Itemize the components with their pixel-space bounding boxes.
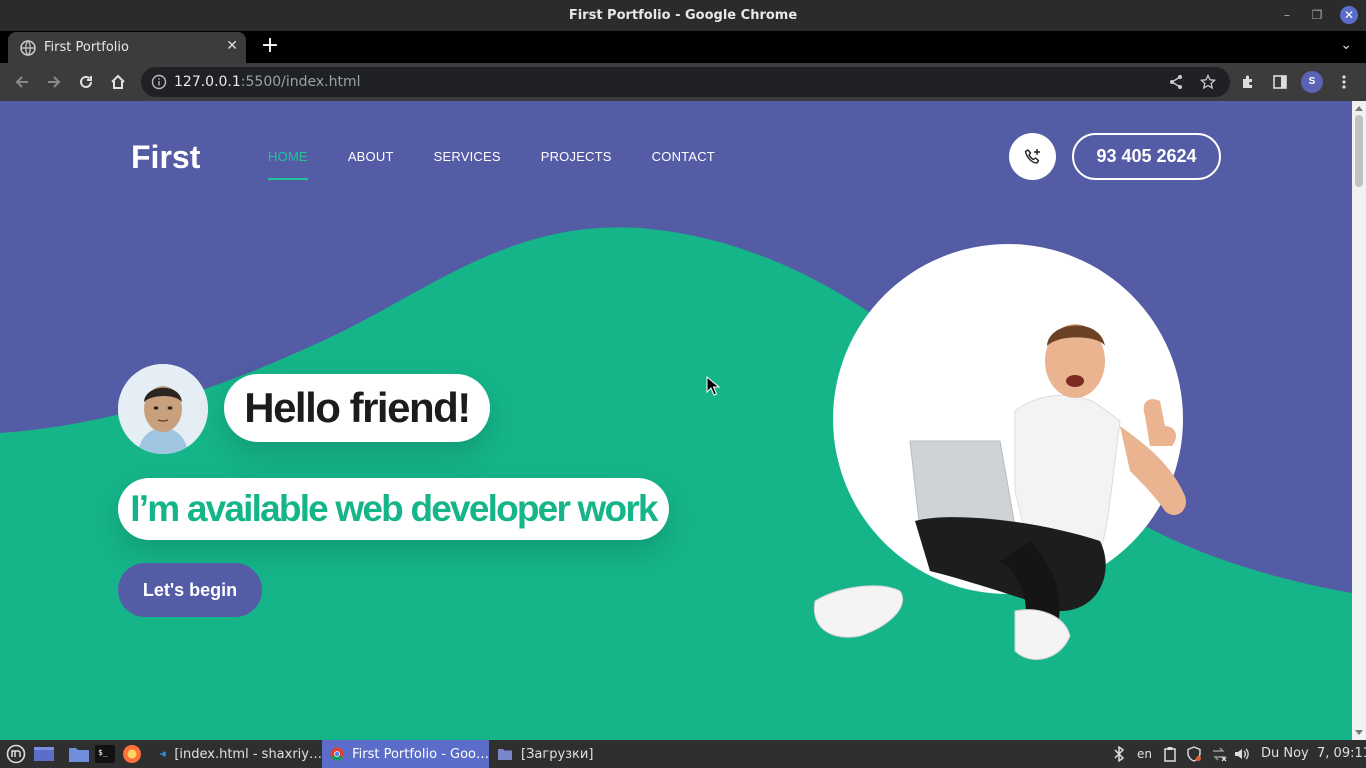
greeting-bubble: Hello friend! <box>224 374 490 442</box>
tab-strip: First Portfolio ✕ + ⌄ <box>0 31 1366 63</box>
profile-photo-image <box>118 364 208 454</box>
nav-about[interactable]: ABOUT <box>348 149 394 174</box>
phone-add-icon <box>1024 148 1040 164</box>
os-taskbar: $_ [index.html - shaxriy… First Portfoli… <box>0 740 1366 768</box>
scroll-down-icon[interactable] <box>1355 730 1363 735</box>
scrollbar-thumb[interactable] <box>1355 115 1363 187</box>
folder-icon <box>498 749 512 760</box>
window-title: First Portfolio - Google Chrome <box>568 8 798 23</box>
phone-number-button[interactable]: 93 405 2624 <box>1072 133 1221 180</box>
chrome-icon <box>330 747 344 761</box>
url-text: 127.0.0.1:5500/index.html <box>174 74 361 90</box>
browser-toolbar: 127.0.0.1:5500/index.html S <box>0 63 1366 101</box>
tab-close-icon[interactable]: ✕ <box>226 38 238 54</box>
window-titlebar: First Portfolio - Google Chrome – ❐ ✕ <box>0 0 1366 31</box>
tab-label: First Portfolio <box>44 40 129 55</box>
restore-icon[interactable]: ❐ <box>1308 6 1326 24</box>
forward-icon[interactable] <box>43 71 65 93</box>
taskbar-window-label: First Portfolio - Goo… <box>352 746 489 762</box>
taskbar-window-vscode[interactable]: [index.html - shaxriy… <box>152 740 322 768</box>
phone-call-button[interactable] <box>1009 133 1056 180</box>
main-nav: HOME ABOUT SERVICES PROJECTS CONTACT <box>268 149 755 180</box>
terminal-icon[interactable]: $_ <box>95 740 115 768</box>
site-logo[interactable]: First <box>131 139 200 176</box>
vscode-icon <box>160 751 166 757</box>
tab-first-portfolio[interactable]: First Portfolio ✕ <box>8 32 246 63</box>
nav-home[interactable]: HOME <box>268 149 308 180</box>
show-desktop-icon[interactable] <box>33 740 55 768</box>
taskbar-window-downloads[interactable]: [Загрузки] <box>489 740 599 768</box>
close-window-icon[interactable]: ✕ <box>1340 6 1358 24</box>
taskbar-window-label: [Загрузки] <box>521 746 594 762</box>
lets-begin-button[interactable]: Let's begin <box>118 563 262 617</box>
mint-menu-icon[interactable] <box>6 740 26 768</box>
bookmark-star-icon[interactable] <box>1197 71 1219 93</box>
bluetooth-icon[interactable] <box>1112 746 1126 762</box>
taskbar-window-chrome[interactable]: First Portfolio - Goo… <box>322 740 489 768</box>
address-bar[interactable]: 127.0.0.1:5500/index.html <box>141 67 1230 97</box>
reload-icon[interactable] <box>75 71 97 93</box>
share-icon[interactable] <box>1165 71 1187 93</box>
nav-services[interactable]: SERVICES <box>434 149 501 174</box>
shield-update-icon[interactable] <box>1186 746 1202 762</box>
side-panel-icon[interactable] <box>1269 71 1291 93</box>
keyboard-layout[interactable]: en <box>1137 747 1152 761</box>
files-folder-icon[interactable] <box>68 740 90 768</box>
back-icon[interactable] <box>11 71 33 93</box>
profile-avatar[interactable]: S <box>1301 71 1323 93</box>
nav-projects[interactable]: PROJECTS <box>541 149 612 174</box>
page-scrollbar[interactable] <box>1352 101 1366 740</box>
scroll-up-icon[interactable] <box>1355 106 1363 111</box>
site-info-icon[interactable] <box>151 74 167 90</box>
tab-search-chevron-icon[interactable]: ⌄ <box>1340 37 1352 53</box>
url-path: :5500/index.html <box>240 74 361 90</box>
profile-photo <box>118 364 208 454</box>
tagline-bubble: I’m available web developer work <box>118 478 669 540</box>
hero-person-image <box>813 244 1186 660</box>
firefox-icon[interactable] <box>122 740 142 768</box>
url-host: 127.0.0.1 <box>174 74 241 90</box>
network-disconnected-icon[interactable] <box>1211 746 1227 762</box>
home-icon[interactable] <box>107 71 129 93</box>
nav-contact[interactable]: CONTACT <box>652 149 715 174</box>
new-tab-button[interactable]: + <box>258 34 282 58</box>
mouse-cursor-icon <box>706 376 720 396</box>
clipboard-icon[interactable] <box>1163 746 1177 762</box>
page-viewport: First HOME ABOUT SERVICES PROJECTS CONTA… <box>0 101 1352 740</box>
taskbar-window-label: [index.html - shaxriy… <box>174 746 322 762</box>
minimize-icon[interactable]: – <box>1278 6 1296 24</box>
clock[interactable]: Du Noy 7, 09:11 <box>1261 746 1366 761</box>
svg-text:$_: $_ <box>98 748 108 757</box>
kebab-menu-icon[interactable] <box>1333 71 1355 93</box>
extensions-puzzle-icon[interactable] <box>1237 71 1259 93</box>
volume-icon[interactable] <box>1233 746 1249 762</box>
globe-icon <box>20 40 36 56</box>
